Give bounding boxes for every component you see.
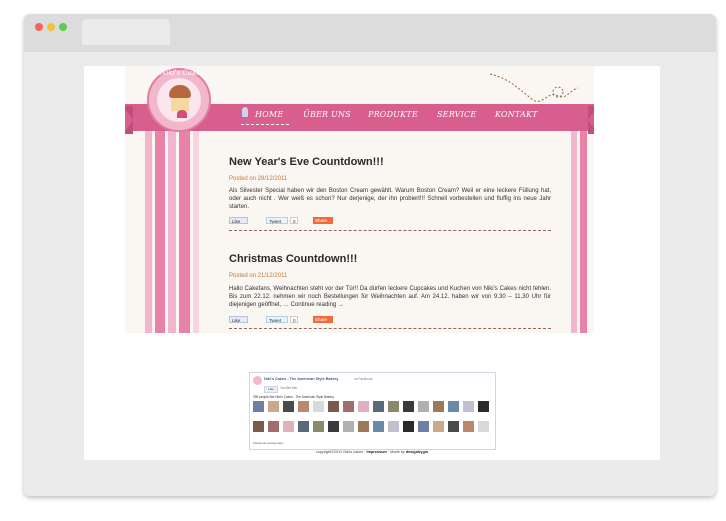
copyright-text: copyright©2011 Niki's cakes · — [315, 450, 366, 454]
made-by-text: · Made by — [387, 450, 405, 454]
fan-avatar[interactable] — [373, 421, 384, 432]
designer-link[interactable]: designbygio — [406, 450, 428, 454]
logo-text: Niki's Cakes — [159, 69, 205, 77]
site-container: Niki's Cakes HOME ÜBER UNS PRODUKTE SERV… — [125, 66, 594, 333]
site-logo[interactable]: Niki's Cakes — [147, 68, 211, 132]
facebook-like-box: Niki's Cakes - The American Style Bakery… — [249, 372, 496, 450]
minimize-window-button[interactable] — [47, 23, 55, 31]
fb-subtitle: on Facebook — [354, 377, 373, 381]
impressum-link[interactable]: Impressum — [367, 450, 387, 454]
post-date[interactable]: Posted on 21/12/2011 — [229, 273, 287, 279]
nav-home[interactable]: HOME — [255, 110, 283, 119]
fb-like-count: 395 people like Niki's Cakes - The Ameri… — [253, 395, 334, 399]
fan-avatar[interactable] — [328, 421, 339, 432]
fan-avatar[interactable] — [418, 421, 429, 432]
post-divider — [229, 328, 551, 329]
fan-avatar[interactable] — [313, 421, 324, 432]
fan-avatar[interactable] — [478, 421, 489, 432]
tweet-button[interactable]: Tweet — [266, 217, 288, 224]
nav-kontakt[interactable]: KONTAKT — [495, 110, 538, 119]
fan-avatar[interactable] — [448, 401, 459, 412]
browser-tab[interactable] — [82, 19, 170, 45]
fan-avatar[interactable] — [343, 401, 354, 412]
browser-titlebar — [24, 14, 716, 52]
nav-ueber-uns[interactable]: ÜBER UNS — [303, 110, 351, 119]
fan-avatar[interactable] — [328, 401, 339, 412]
heart-icon — [177, 110, 187, 118]
post-body: Als Silvester Special haben wir den Bost… — [229, 188, 551, 210]
fan-avatar[interactable] — [433, 421, 444, 432]
fan-avatar[interactable] — [373, 401, 384, 412]
fb-page-title[interactable]: Niki's Cakes - The American Style Bakery — [264, 377, 338, 381]
fan-avatar[interactable] — [433, 401, 444, 412]
fan-avatar[interactable] — [343, 421, 354, 432]
tweet-count: 0 — [290, 217, 298, 224]
cupcake-icon — [169, 85, 191, 98]
fan-avatar[interactable] — [283, 421, 294, 432]
fan-avatar[interactable] — [478, 401, 489, 412]
post-body: Hallo Cakefans, Weihnachten steht vor de… — [229, 286, 551, 308]
fan-avatar[interactable] — [388, 421, 399, 432]
post-title[interactable]: New Year's Eve Countdown!!! — [229, 156, 384, 168]
decorative-string-icon — [489, 73, 579, 102]
close-window-button[interactable] — [35, 23, 43, 31]
fan-avatar[interactable] — [298, 401, 309, 412]
fan-avatar[interactable] — [463, 401, 474, 412]
fan-avatar[interactable] — [253, 421, 264, 432]
web-page: Niki's Cakes HOME ÜBER UNS PRODUKTE SERV… — [84, 66, 660, 460]
fan-avatar[interactable] — [283, 401, 294, 412]
site-footer: copyright©2011 Niki's cakes · Impressum … — [84, 450, 660, 454]
fan-avatar[interactable] — [268, 401, 279, 412]
browser-window: Niki's Cakes HOME ÜBER UNS PRODUKTE SERV… — [24, 14, 716, 496]
fb-footer[interactable]: Facebook social plugin — [253, 441, 284, 445]
fan-avatar[interactable] — [313, 401, 324, 412]
facebook-like-button[interactable]: Like — [229, 217, 248, 224]
fan-avatar[interactable] — [403, 401, 414, 412]
fan-avatar[interactable] — [403, 421, 414, 432]
fb-like-button[interactable]: Like — [264, 386, 278, 393]
nav-produkte[interactable]: PRODUKTE — [368, 110, 418, 119]
post-title[interactable]: Christmas Countdown!!! — [229, 253, 357, 265]
tweet-count: 0 — [290, 316, 298, 323]
fb-you-like: You like this. — [280, 386, 298, 390]
nav-active-underline — [241, 124, 289, 125]
fan-avatar[interactable] — [418, 401, 429, 412]
facebook-like-button[interactable]: Like — [229, 316, 248, 323]
post-divider — [229, 230, 551, 231]
fan-avatar[interactable] — [358, 421, 369, 432]
page-avatar — [253, 376, 262, 385]
fan-avatar[interactable] — [358, 401, 369, 412]
fan-avatar[interactable] — [448, 421, 459, 432]
fan-avatar[interactable] — [298, 421, 309, 432]
tweet-button[interactable]: Tweet — [266, 316, 288, 323]
post-date[interactable]: Posted on 28/12/2011 — [229, 176, 287, 182]
share-button[interactable]: Share — [313, 217, 333, 224]
maximize-window-button[interactable] — [59, 23, 67, 31]
fan-avatar[interactable] — [388, 401, 399, 412]
fan-avatar[interactable] — [268, 421, 279, 432]
share-button[interactable]: Share — [313, 316, 333, 323]
fan-avatar[interactable] — [253, 401, 264, 412]
nav-service[interactable]: SERVICE — [437, 110, 476, 119]
home-cupcake-icon — [242, 107, 248, 117]
fan-avatar[interactable] — [463, 421, 474, 432]
